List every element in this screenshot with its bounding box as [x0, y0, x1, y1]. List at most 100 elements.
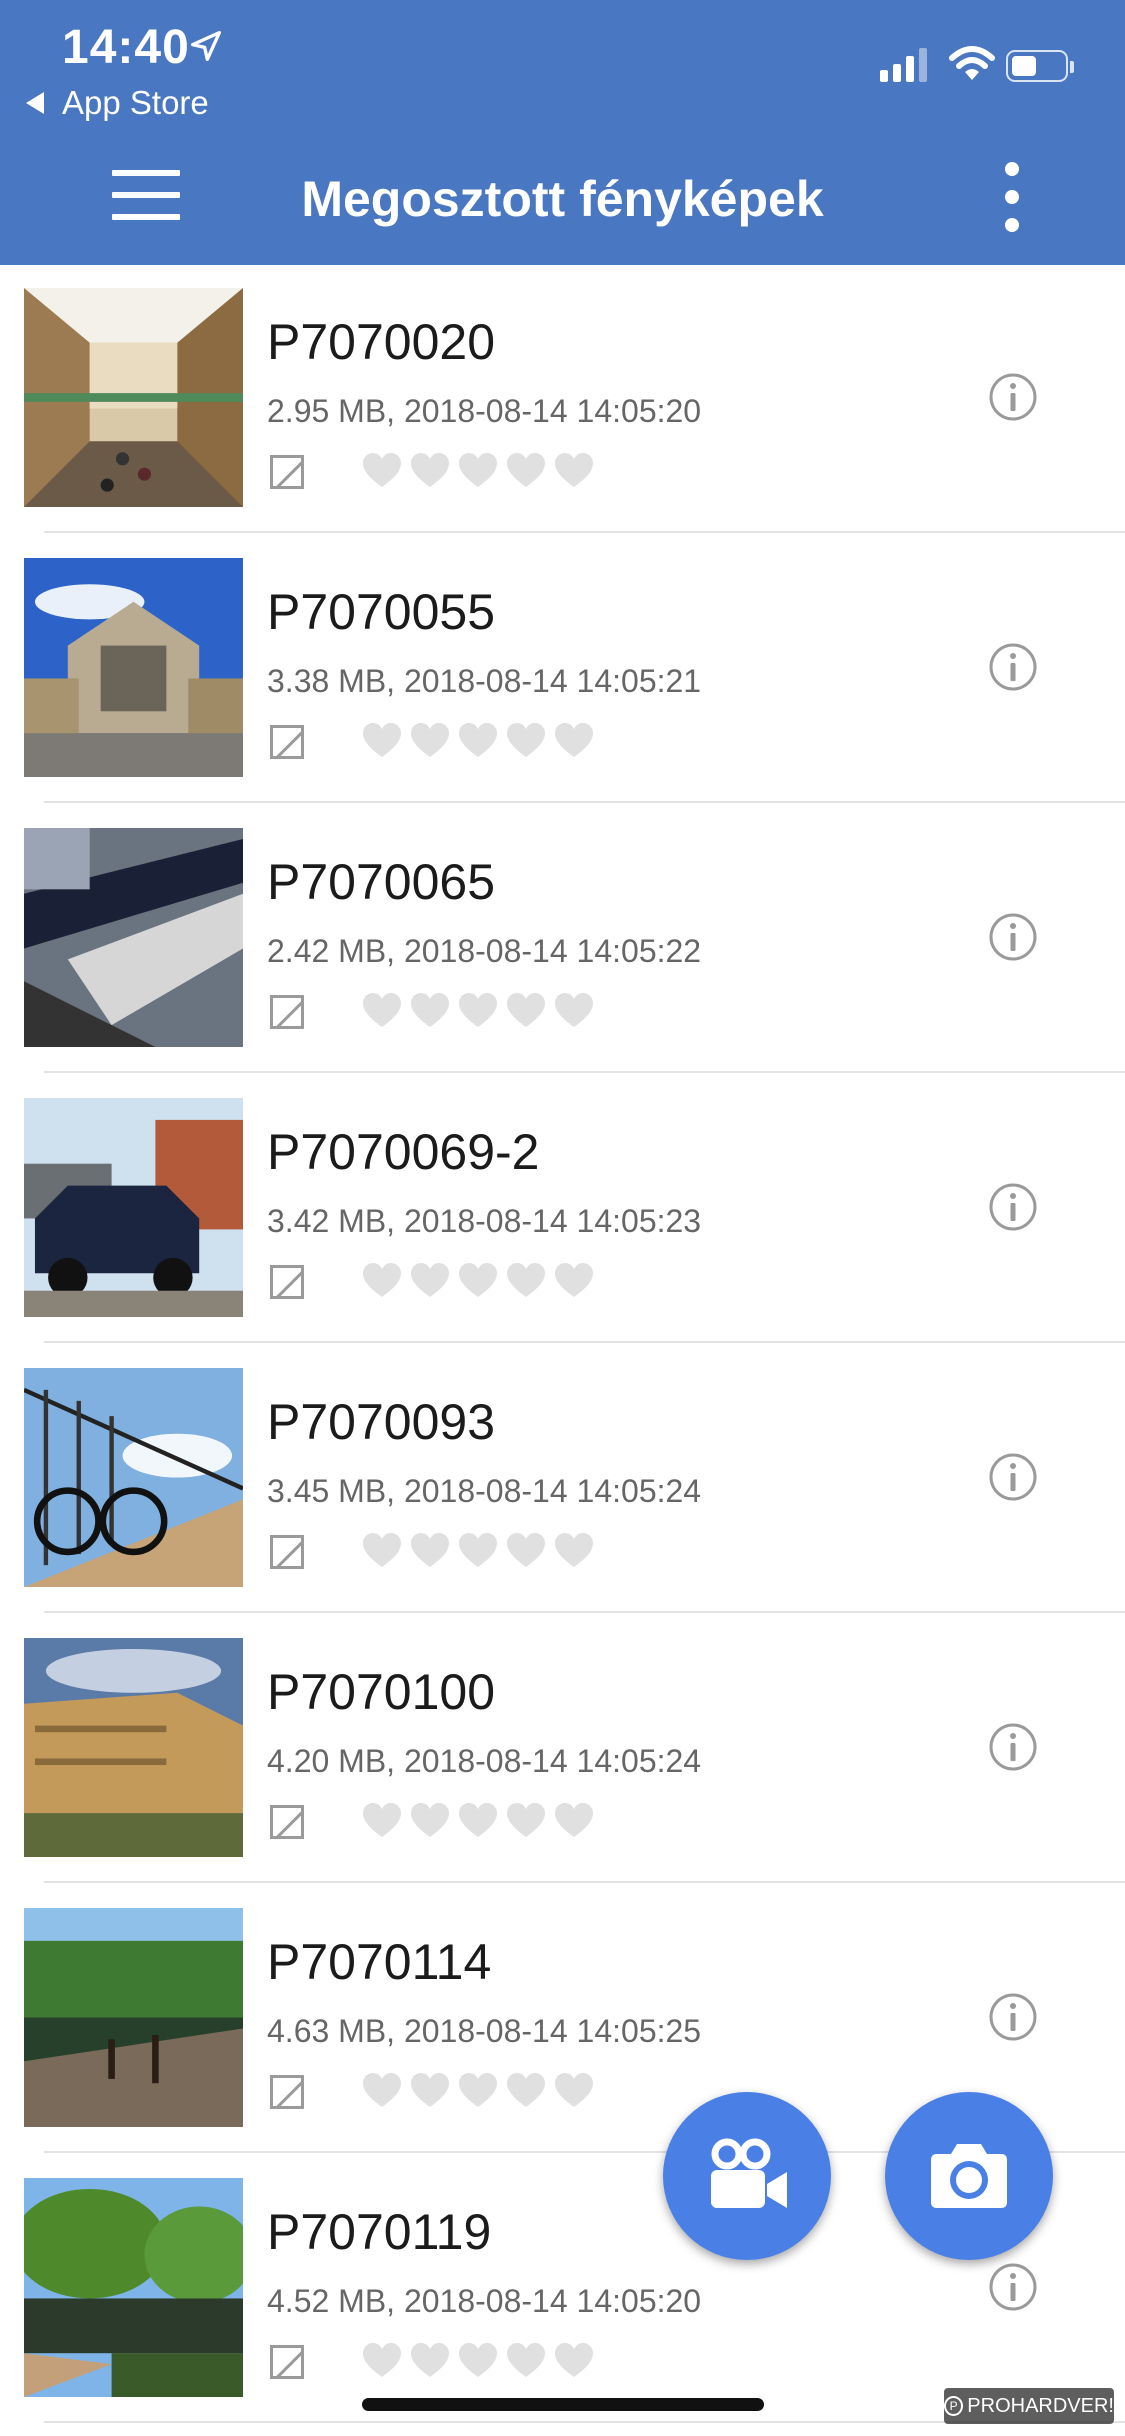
- info-icon[interactable]: [988, 1992, 1038, 2042]
- heart-rating-icon[interactable]: [410, 451, 450, 489]
- heart-rating-icon[interactable]: [410, 1261, 450, 1299]
- photo-thumbnail[interactable]: [23, 1368, 244, 1587]
- info-icon[interactable]: [988, 642, 1038, 692]
- heart-rating-icon[interactable]: [458, 991, 498, 1029]
- photo-row[interactable]: P7070055 3.38 MB, 2018-08-14 14:05:21: [0, 535, 1125, 805]
- photo-meta: 4.63 MB, 2018-08-14 14:05:25: [267, 2013, 702, 2049]
- rating-hearts: [362, 721, 594, 759]
- rating-hearts: [362, 1531, 594, 1569]
- rating-hearts: [362, 1801, 594, 1839]
- info-icon[interactable]: [988, 1182, 1038, 1232]
- photo-thumbnail[interactable]: [13, 2178, 254, 2397]
- rating-hearts: [362, 2341, 594, 2379]
- heart-rating-icon[interactable]: [362, 1531, 402, 1569]
- info-icon[interactable]: [988, 1722, 1038, 1772]
- more-options-kebab-icon[interactable]: [1000, 162, 1024, 232]
- heart-rating-icon[interactable]: [410, 2341, 450, 2379]
- select-checkbox[interactable]: [270, 2075, 304, 2109]
- heart-rating-icon[interactable]: [362, 1261, 402, 1299]
- photo-row[interactable]: P7070020 2.95 MB, 2018-08-14 14:05:20: [0, 265, 1125, 535]
- photo-name: P7070100: [267, 1664, 496, 1720]
- select-checkbox[interactable]: [270, 1265, 304, 1299]
- heart-rating-icon[interactable]: [458, 721, 498, 759]
- photo-thumbnail[interactable]: [24, 1638, 243, 1857]
- info-icon[interactable]: [988, 1452, 1038, 1502]
- heart-rating-icon[interactable]: [410, 991, 450, 1029]
- photo-row[interactable]: P7070069-2 3.42 MB, 2018-08-14 14:05:23: [0, 1075, 1125, 1345]
- heart-rating-icon[interactable]: [362, 2341, 402, 2379]
- photo-thumbnail-image: [24, 558, 243, 777]
- heart-rating-icon[interactable]: [458, 1801, 498, 1839]
- heart-rating-icon[interactable]: [458, 1531, 498, 1569]
- select-checkbox[interactable]: [270, 995, 304, 1029]
- select-checkbox[interactable]: [270, 2345, 304, 2379]
- heart-rating-icon[interactable]: [554, 991, 594, 1029]
- heart-rating-icon[interactable]: [506, 721, 546, 759]
- photo-row[interactable]: P7070065 2.42 MB, 2018-08-14 14:05:22: [0, 805, 1125, 1075]
- select-checkbox[interactable]: [270, 725, 304, 759]
- photo-row[interactable]: P7070100 4.20 MB, 2018-08-14 14:05:24: [0, 1615, 1125, 1885]
- heart-rating-icon[interactable]: [554, 2341, 594, 2379]
- heart-rating-icon[interactable]: [410, 1801, 450, 1839]
- heart-rating-icon[interactable]: [410, 1531, 450, 1569]
- take-photo-button[interactable]: [885, 2092, 1053, 2260]
- heart-rating-icon[interactable]: [362, 721, 402, 759]
- heart-rating-icon[interactable]: [458, 1261, 498, 1299]
- heart-rating-icon[interactable]: [554, 1531, 594, 1569]
- heart-rating-icon[interactable]: [458, 2071, 498, 2109]
- heart-rating-icon[interactable]: [362, 991, 402, 1029]
- photo-name: P7070069-2: [267, 1124, 540, 1180]
- photo-thumbnail[interactable]: [24, 1098, 243, 1317]
- watermark-label: PROHARDVER!: [967, 2394, 1114, 2417]
- heart-rating-icon[interactable]: [506, 1261, 546, 1299]
- select-checkbox[interactable]: [270, 1535, 304, 1569]
- heart-rating-icon[interactable]: [554, 721, 594, 759]
- photo-thumbnail[interactable]: [24, 558, 243, 777]
- photo-thumbnail[interactable]: [24, 1908, 243, 2127]
- heart-rating-icon[interactable]: [506, 451, 546, 489]
- heart-rating-icon[interactable]: [554, 1261, 594, 1299]
- menu-hamburger-icon[interactable]: [112, 170, 180, 220]
- photo-row[interactable]: P7070093 3.45 MB, 2018-08-14 14:05:24: [0, 1345, 1125, 1615]
- record-video-button[interactable]: [663, 2092, 831, 2260]
- heart-rating-icon[interactable]: [506, 2341, 546, 2379]
- photo-thumbnail-image: [13, 2178, 254, 2397]
- back-triangle-icon: [26, 92, 44, 114]
- photo-name: P7070020: [267, 314, 496, 370]
- info-icon[interactable]: [988, 2262, 1038, 2312]
- photo-meta: 3.42 MB, 2018-08-14 14:05:23: [267, 1203, 702, 1239]
- heart-rating-icon[interactable]: [362, 1801, 402, 1839]
- camera-icon: [931, 2144, 1007, 2208]
- heart-rating-icon[interactable]: [458, 2341, 498, 2379]
- row-divider: [44, 1071, 1125, 1073]
- heart-rating-icon[interactable]: [554, 2071, 594, 2109]
- heart-rating-icon[interactable]: [554, 451, 594, 489]
- photo-thumbnail[interactable]: [24, 288, 243, 507]
- heart-rating-icon[interactable]: [506, 2071, 546, 2109]
- select-checkbox[interactable]: [270, 1805, 304, 1839]
- battery-icon: [1006, 50, 1074, 82]
- heart-rating-icon[interactable]: [506, 991, 546, 1029]
- info-icon[interactable]: [988, 912, 1038, 962]
- photo-meta: 3.45 MB, 2018-08-14 14:05:24: [267, 1473, 702, 1509]
- rating-hearts: [362, 991, 594, 1029]
- heart-rating-icon[interactable]: [506, 1801, 546, 1839]
- photo-meta: 2.42 MB, 2018-08-14 14:05:22: [267, 933, 702, 969]
- home-indicator: [362, 2398, 764, 2411]
- info-icon[interactable]: [988, 372, 1038, 422]
- heart-rating-icon[interactable]: [410, 721, 450, 759]
- heart-rating-icon[interactable]: [410, 2071, 450, 2109]
- heart-rating-icon[interactable]: [554, 1801, 594, 1839]
- location-arrow-icon: [191, 30, 221, 61]
- heart-rating-icon[interactable]: [362, 451, 402, 489]
- row-divider: [44, 531, 1125, 533]
- heart-rating-icon[interactable]: [458, 451, 498, 489]
- wifi-icon: [949, 46, 995, 80]
- select-checkbox[interactable]: [270, 455, 304, 489]
- heart-rating-icon[interactable]: [506, 1531, 546, 1569]
- photo-name: P7070055: [267, 584, 496, 640]
- photo-thumbnail-image: [24, 288, 243, 507]
- photo-thumbnail[interactable]: [24, 828, 243, 1047]
- back-to-app-store[interactable]: App Store: [26, 84, 209, 122]
- heart-rating-icon[interactable]: [362, 2071, 402, 2109]
